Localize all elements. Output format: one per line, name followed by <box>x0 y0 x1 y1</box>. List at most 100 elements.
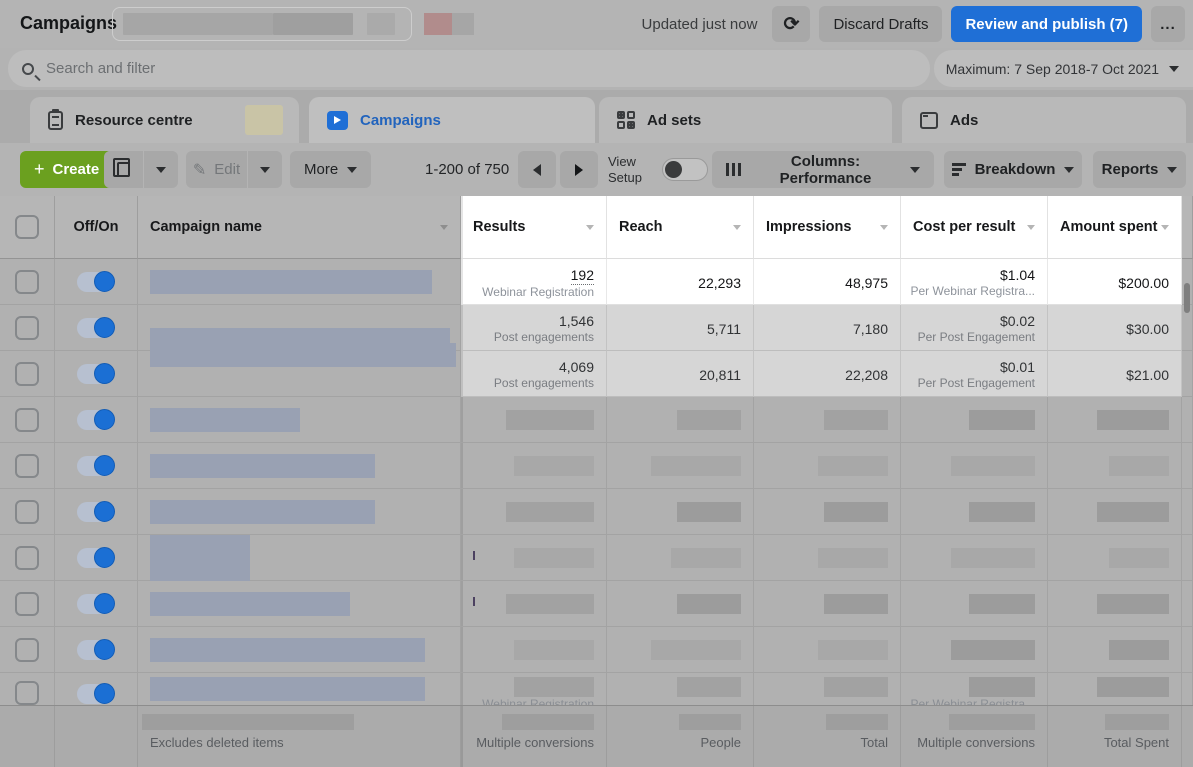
sort-caret-icon[interactable] <box>880 225 888 230</box>
create-button[interactable]: + Create <box>20 151 113 188</box>
tab-ad-sets[interactable]: Ad sets <box>599 97 892 143</box>
edit-button[interactable]: ✎ Edit <box>186 151 247 188</box>
redacted-value <box>818 548 888 568</box>
results-cell <box>461 443 607 489</box>
search-input[interactable]: Search and filter <box>8 50 930 87</box>
toggle-knob <box>94 409 115 430</box>
summary-scroll-gutter <box>1182 706 1193 767</box>
campaign-toggle-on[interactable] <box>77 640 115 660</box>
table-row[interactable]: Webinar Registration Per Webinar Registr… <box>0 673 1193 705</box>
refresh-button[interactable]: ⟳ <box>772 6 810 42</box>
campaign-toggle-on[interactable] <box>77 502 115 522</box>
campaigns-folder-icon <box>327 111 348 130</box>
date-range-selector[interactable]: Maximum: 7 Sep 2018-7 Oct 2021 <box>934 50 1193 87</box>
cost-value: $0.02 <box>1000 312 1035 330</box>
campaign-toggle-on[interactable] <box>77 272 115 292</box>
campaign-toggle-on[interactable] <box>77 318 115 338</box>
campaign-toggle-on[interactable] <box>77 548 115 568</box>
spent-value: $21.00 <box>1126 366 1169 384</box>
discard-drafts-button[interactable]: Discard Drafts <box>819 6 942 42</box>
redacted-value <box>951 640 1035 660</box>
reach-value: 22,293 <box>698 274 741 292</box>
columns-button[interactable]: Columns: Performance <box>712 151 934 188</box>
header-reach[interactable]: Reach <box>607 196 754 259</box>
sort-caret-icon[interactable] <box>586 225 594 230</box>
results-cell: Webinar Registration <box>461 673 607 705</box>
row-checkbox[interactable] <box>15 408 39 432</box>
table-row[interactable] <box>0 397 1193 443</box>
more-options-button[interactable]: ... <box>1151 6 1185 42</box>
row-checkbox[interactable] <box>15 638 39 662</box>
table-row[interactable]: 4,069 Post engagements 20,811 22,208 $0.… <box>0 351 1193 397</box>
impressions-cell <box>754 535 901 581</box>
scroll-gutter-cell <box>1182 535 1193 581</box>
summary-results-note: Multiple conversions <box>476 735 594 750</box>
sort-caret-icon[interactable] <box>440 225 448 230</box>
edit-label: Edit <box>214 161 240 178</box>
tab-label: Ads <box>950 112 978 129</box>
row-checkbox[interactable] <box>15 681 39 705</box>
redacted-value <box>514 456 594 476</box>
campaign-toggle-on[interactable] <box>77 410 115 430</box>
columns-icon <box>726 163 741 176</box>
campaign-toggle-on[interactable] <box>77 364 115 384</box>
row-checkbox[interactable] <box>15 316 39 340</box>
ellipsis-icon: ... <box>1160 16 1176 33</box>
review-publish-button[interactable]: Review and publish (7) <box>951 6 1142 42</box>
header-amount-spent[interactable]: Amount spent <box>1048 196 1182 259</box>
pencil-icon: ✎ <box>193 160 206 180</box>
tab-campaigns[interactable]: Campaigns <box>309 97 595 143</box>
campaign-toggle-on[interactable] <box>77 594 115 614</box>
previous-page-button[interactable] <box>518 151 556 188</box>
tab-ads[interactable]: Ads <box>902 97 1186 143</box>
row-checkbox[interactable] <box>15 362 39 386</box>
table-row[interactable] <box>0 535 1193 581</box>
impressions-cell <box>754 673 901 705</box>
reports-label: Reports <box>1102 161 1159 178</box>
duplicate-button[interactable] <box>104 151 143 188</box>
row-select-cell <box>0 443 55 489</box>
header-campaign-name[interactable]: Campaign name <box>138 196 461 259</box>
row-checkbox[interactable] <box>15 500 39 524</box>
breakdown-button[interactable]: Breakdown <box>944 151 1082 188</box>
next-page-button[interactable] <box>560 151 598 188</box>
toggle-knob <box>94 271 115 292</box>
sort-caret-icon[interactable] <box>1161 225 1169 230</box>
table-row[interactable] <box>0 627 1193 673</box>
vertical-scrollbar-thumb[interactable] <box>1184 283 1190 313</box>
header-impressions[interactable]: Impressions <box>754 196 901 259</box>
tab-resource-centre[interactable]: Resource centre <box>30 97 299 143</box>
chevron-left-icon <box>533 164 541 176</box>
reports-button[interactable]: Reports <box>1093 151 1186 188</box>
campaign-name-cell <box>138 397 461 443</box>
row-checkbox[interactable] <box>15 454 39 478</box>
redacted-summary <box>679 714 741 730</box>
table-row[interactable] <box>0 581 1193 627</box>
more-menu-button[interactable]: More <box>290 151 371 188</box>
table-row[interactable] <box>0 489 1193 535</box>
edit-dropdown-button[interactable] <box>248 151 282 188</box>
account-dropdown[interactable] <box>112 7 412 41</box>
duplicate-dropdown-button[interactable] <box>144 151 178 188</box>
select-all-checkbox[interactable] <box>15 215 39 239</box>
results-cell <box>461 581 607 627</box>
row-checkbox[interactable] <box>15 592 39 616</box>
row-checkbox[interactable] <box>15 270 39 294</box>
table-row[interactable]: 192 Webinar Registration 22,293 48,975 $… <box>0 259 1193 305</box>
results-value[interactable]: 192 <box>571 266 594 285</box>
row-select-cell <box>0 489 55 535</box>
scroll-gutter-cell <box>1182 673 1193 705</box>
row-toggle-cell <box>55 397 138 443</box>
scroll-gutter-cell <box>1182 443 1193 489</box>
sort-caret-icon[interactable] <box>1027 225 1035 230</box>
spent-cell <box>1048 397 1182 443</box>
table-row[interactable] <box>0 443 1193 489</box>
header-results[interactable]: Results <box>461 196 607 259</box>
sort-caret-icon[interactable] <box>733 225 741 230</box>
view-setup-toggle[interactable] <box>662 158 708 181</box>
campaign-toggle-on[interactable] <box>77 684 115 704</box>
row-select-cell <box>0 259 55 305</box>
header-cost-per-result[interactable]: Cost per result <box>901 196 1048 259</box>
campaign-toggle-on[interactable] <box>77 456 115 476</box>
row-checkbox[interactable] <box>15 546 39 570</box>
